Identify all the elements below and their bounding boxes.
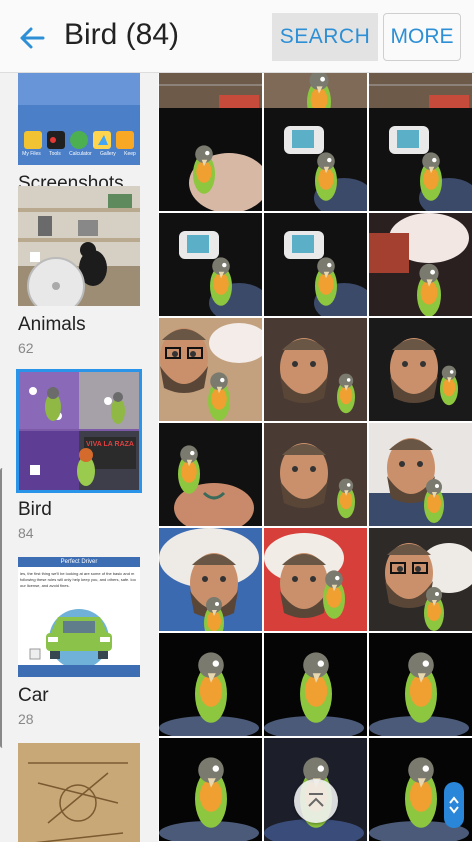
app-label: Gallery: [99, 151, 116, 157]
photo-thumbnail[interactable]: [159, 633, 262, 736]
album-list: My Files Tools Calculator Gallery Keep S…: [0, 73, 158, 842]
album-thumbnail: [18, 743, 140, 842]
photo-thumbnail[interactable]: [369, 423, 472, 526]
album-name: Car: [18, 685, 49, 706]
app-label: Tools: [49, 151, 61, 157]
photo-thumbnail[interactable]: [159, 318, 262, 421]
chevron-down-icon: [449, 806, 459, 814]
album-thumbnail: Perfect Driver ies, the first thing we'l…: [18, 557, 140, 677]
photo-thumbnail[interactable]: [369, 213, 472, 316]
photo-grid: [159, 73, 474, 842]
album-count: 62: [18, 340, 34, 356]
album-count: 84: [18, 525, 34, 541]
back-button[interactable]: [14, 20, 50, 56]
search-button[interactable]: SEARCH: [272, 13, 378, 61]
photo-thumbnail[interactable]: [264, 108, 367, 211]
album-thumbnail: [18, 186, 140, 306]
animals-preview-image: [18, 186, 140, 306]
chevron-up-icon: [449, 796, 459, 804]
photo-thumbnail[interactable]: [369, 318, 472, 421]
photo-thumbnail[interactable]: [264, 633, 367, 736]
bird-preview-image: [18, 371, 140, 491]
photo-thumbnail[interactable]: [264, 213, 367, 316]
more-button[interactable]: MORE: [383, 13, 461, 61]
chevron-up-icon: [308, 793, 324, 807]
back-arrow-icon: [20, 27, 45, 49]
app-bar: Bird (84) SEARCH MORE: [0, 0, 474, 73]
scroll-to-top-button[interactable]: [294, 779, 338, 823]
photo-thumbnail[interactable]: [159, 528, 262, 631]
photo-thumbnail[interactable]: [159, 738, 262, 841]
album-car[interactable]: Perfect Driver ies, the first thing we'l…: [18, 557, 140, 727]
photo-thumbnail[interactable]: [264, 423, 367, 526]
photo-thumbnail[interactable]: [159, 213, 262, 316]
app-label: Keep: [124, 151, 136, 157]
photo-thumbnail[interactable]: [369, 633, 472, 736]
album-thumbnail: My Files Tools Calculator Gallery Keep: [18, 73, 140, 165]
photo-thumbnail[interactable]: [159, 423, 262, 526]
album-name: Bird: [18, 499, 52, 520]
photo-thumbnail[interactable]: [369, 108, 472, 211]
album-next[interactable]: [18, 743, 140, 842]
photo-thumbnail[interactable]: [159, 108, 262, 211]
photo-thumbnail[interactable]: [369, 528, 472, 631]
fast-scroll-handle[interactable]: [444, 782, 464, 828]
car-preview-image: [18, 609, 140, 677]
photo-thumbnail[interactable]: [264, 318, 367, 421]
album-name: Animals: [18, 314, 86, 335]
album-animals[interactable]: Animals 62: [18, 186, 140, 356]
sketch-preview-image: [18, 743, 140, 842]
edge-handle[interactable]: [0, 468, 5, 748]
album-title: Bird (84): [64, 18, 180, 51]
banner-text: VIVA LA RAZA: [86, 441, 134, 448]
app-label: Calculator: [69, 151, 92, 157]
app-label: My Files: [22, 151, 41, 157]
album-thumbnail-selected: VIVA LA RAZA: [16, 369, 142, 493]
album-count: 28: [18, 711, 34, 727]
photo-thumbnail[interactable]: [264, 528, 367, 631]
album-bird[interactable]: VIVA LA RAZA Bird 84: [16, 369, 142, 541]
